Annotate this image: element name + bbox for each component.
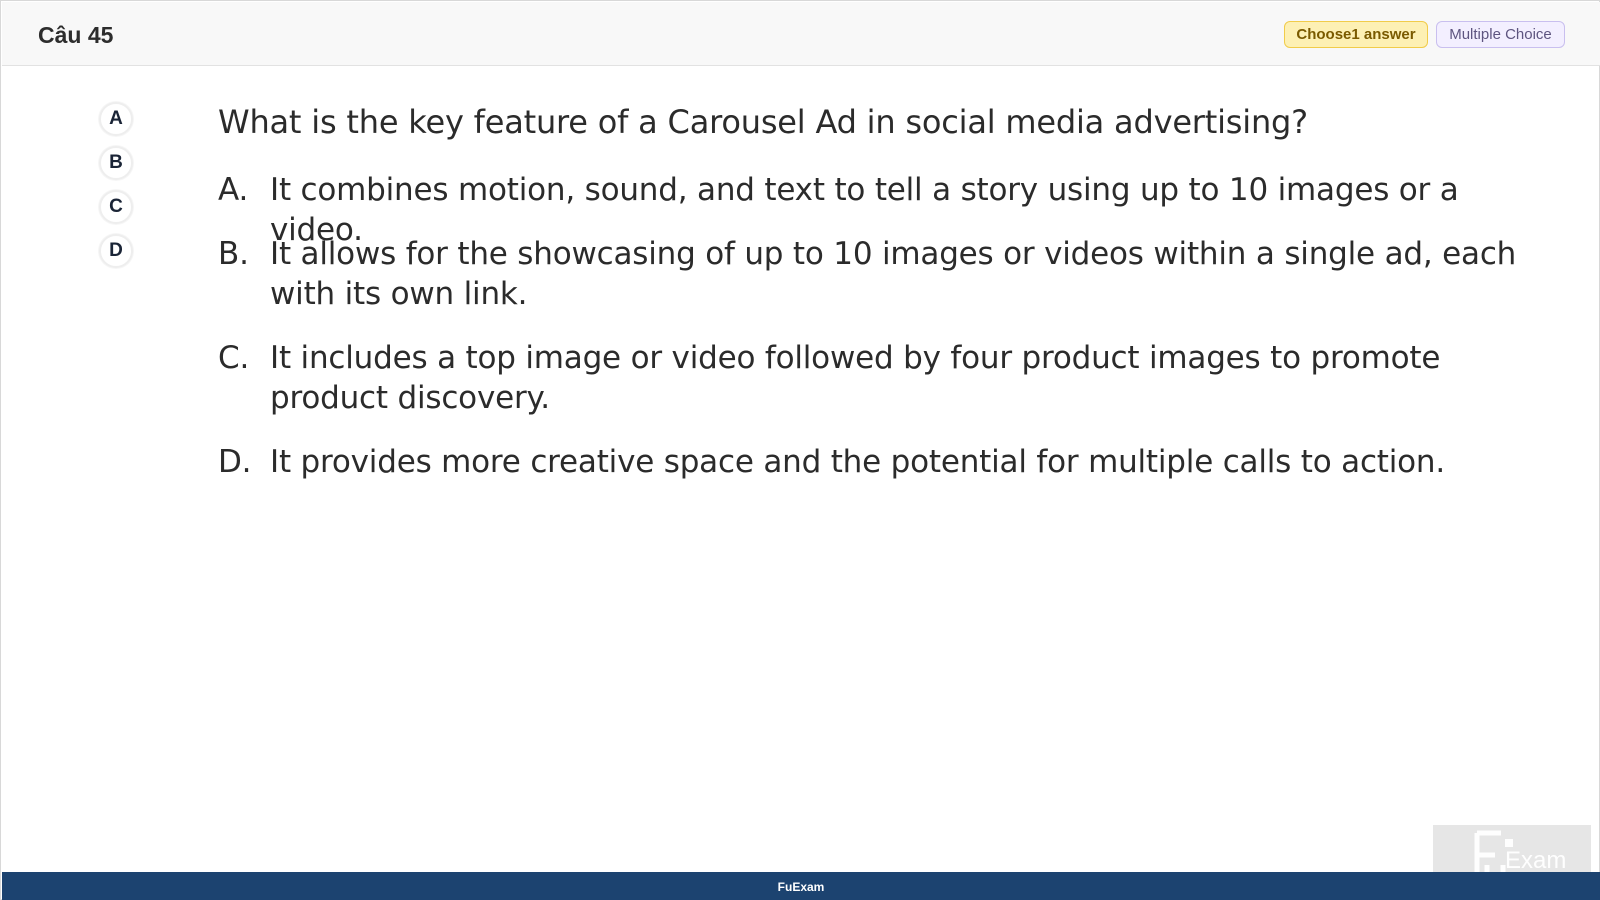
- answer-d: D. It provides more creative space and t…: [218, 442, 1558, 482]
- option-button-a[interactable]: A: [99, 102, 133, 136]
- option-button-b[interactable]: B: [99, 146, 133, 180]
- question-text: What is the key feature of a Carousel Ad…: [218, 103, 1308, 141]
- option-button-c[interactable]: C: [99, 190, 133, 224]
- answer-letter: B.: [218, 236, 249, 272]
- exam-frame: Câu 45 Choose1 answer Multiple Choice A …: [0, 0, 1600, 900]
- footer-bar: FuExam: [2, 872, 1600, 900]
- question-header: Câu 45 Choose1 answer Multiple Choice: [2, 2, 1600, 66]
- question-number: Câu 45: [38, 22, 114, 48]
- option-button-d[interactable]: D: [99, 234, 133, 268]
- answer-letter: D.: [218, 444, 252, 480]
- answer-b: B. It allows for the showcasing of up to…: [218, 234, 1558, 314]
- answer-letter: C.: [218, 340, 250, 376]
- answer-text: It allows for the showcasing of up to 10…: [270, 236, 1517, 312]
- watermark-text: Exam: [1505, 847, 1567, 874]
- answer-c: C. It includes a top image or video foll…: [218, 338, 1558, 418]
- answer-text: It includes a top image or video followe…: [270, 340, 1441, 416]
- answer-text: It provides more creative space and the …: [270, 444, 1446, 480]
- footer-brand: FuExam: [777, 879, 825, 894]
- choose-answer-badge: Choose1 answer: [1284, 21, 1428, 48]
- question-type-badge: Multiple Choice: [1436, 21, 1565, 48]
